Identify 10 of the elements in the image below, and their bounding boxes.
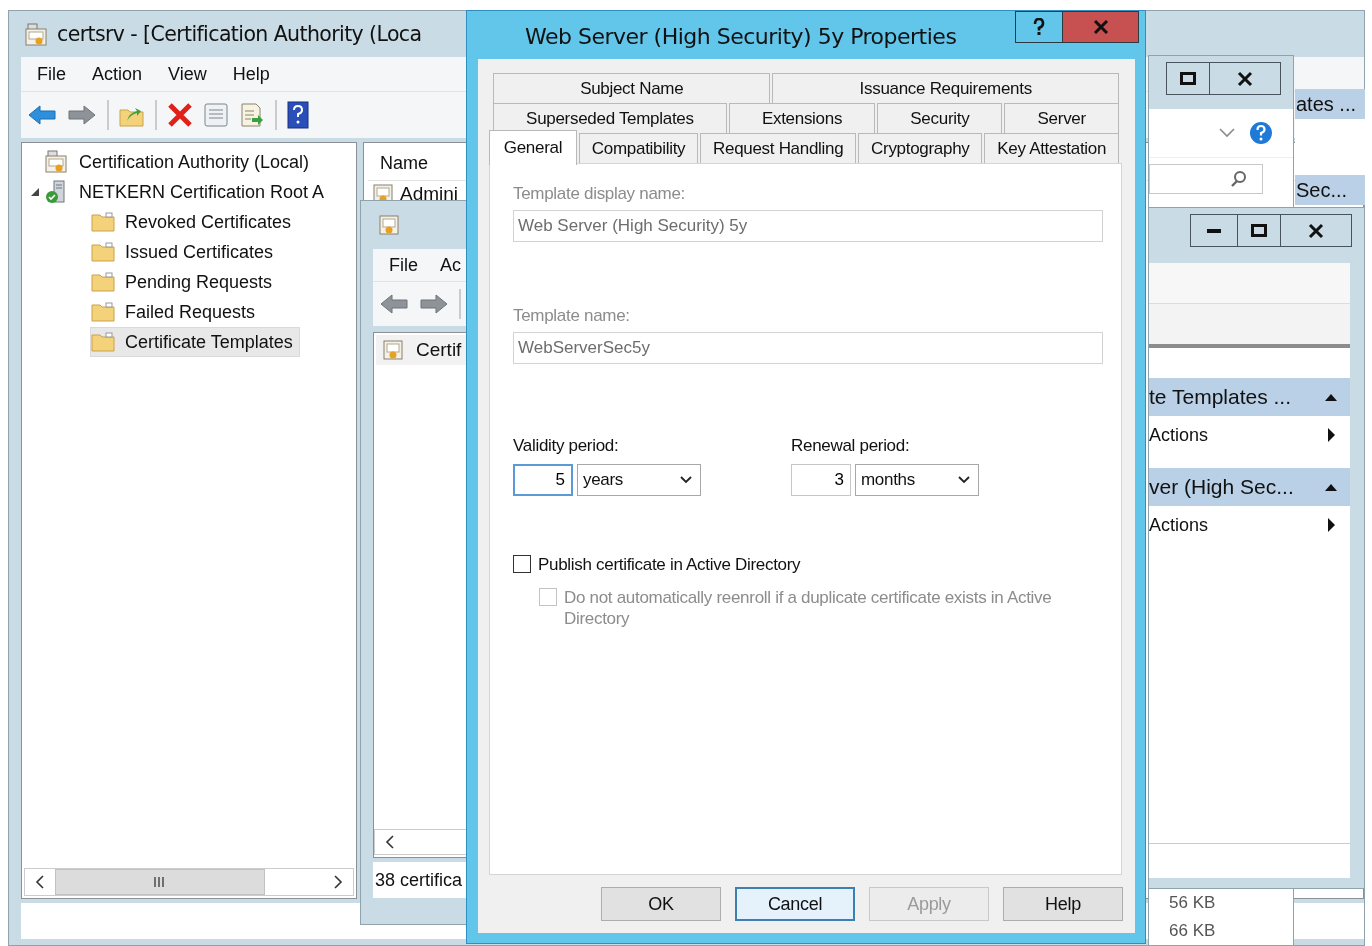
checkbox-label: Publish certificate in Active Directory (538, 554, 801, 575)
field-label: Validity period: (513, 436, 620, 456)
window-title: certsrv - [Certification Authority (Loca (57, 22, 422, 46)
field-label: Template name: (513, 306, 631, 326)
file-size: 66 KB (1169, 920, 1217, 942)
file-size: 56 KB (1169, 892, 1217, 914)
field-label: Renewal period: (791, 436, 911, 456)
window-title: Web Server (High Security) 5y Properties (524, 22, 957, 49)
field-label: Template display name: (513, 184, 686, 204)
checkbox-label: Do not automatically reenroll if a duplicate certificate exists in Active Directory (564, 587, 1053, 629)
